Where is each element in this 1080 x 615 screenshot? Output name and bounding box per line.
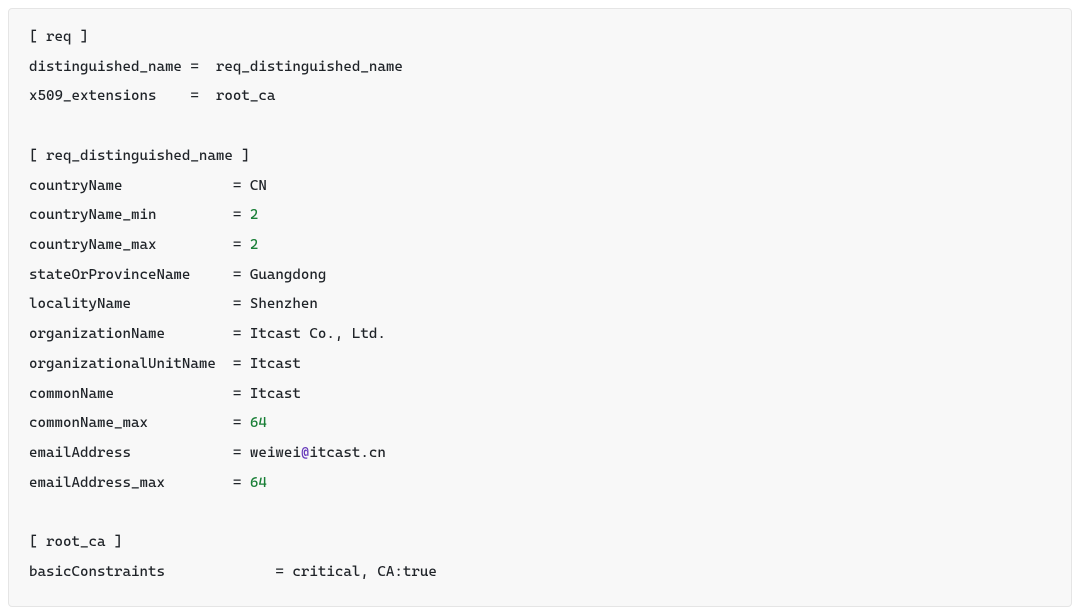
config-entry: localityName = Shenzhen <box>29 290 1051 320</box>
section-header: [ req_distinguished_name ] <box>29 142 1051 172</box>
config-entry: emailAddress_max = 64 <box>29 469 1051 499</box>
config-entry: commonName = Itcast <box>29 380 1051 410</box>
section-header: [ req ] <box>29 23 1051 53</box>
config-entry: stateOrProvinceName = Guangdong <box>29 261 1051 291</box>
config-entry: countryName_min = 2 <box>29 201 1051 231</box>
config-entry: x509_extensions = root_ca <box>29 82 1051 112</box>
blank-line <box>29 112 1051 142</box>
config-entry: organizationName = Itcast Co., Ltd. <box>29 320 1051 350</box>
config-entry: emailAddress = weiwei@itcast.cn <box>29 439 1051 469</box>
blank-line <box>29 499 1051 529</box>
config-entry: countryName_max = 2 <box>29 231 1051 261</box>
config-entry: distinguished_name = req_distinguished_n… <box>29 53 1051 83</box>
config-entry: basicConstraints = critical, CA:true <box>29 558 1051 588</box>
config-entry: countryName = CN <box>29 172 1051 202</box>
config-entry: organizationalUnitName = Itcast <box>29 350 1051 380</box>
config-code-block: [ req ]distinguished_name = req_distingu… <box>8 8 1072 607</box>
section-header: [ root_ca ] <box>29 528 1051 558</box>
config-entry: commonName_max = 64 <box>29 409 1051 439</box>
